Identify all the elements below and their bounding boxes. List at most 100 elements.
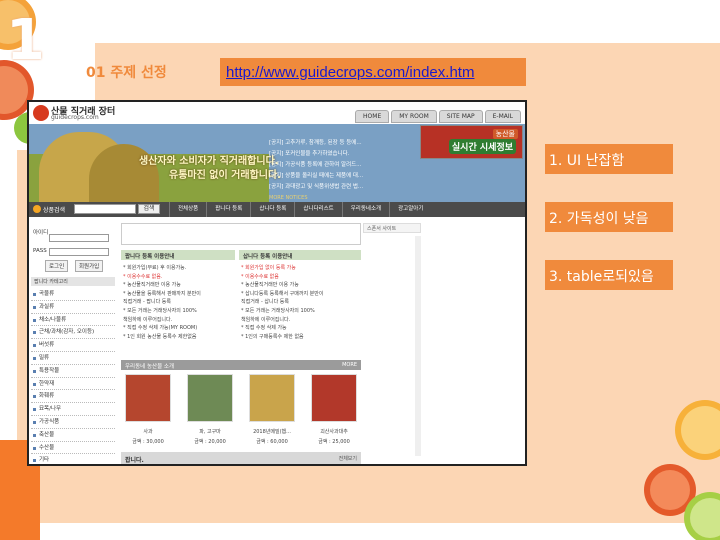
nav-item-buy-list[interactable]: 삽니다리스트	[294, 202, 341, 217]
nav-item-all-products[interactable]: 전체상품	[169, 202, 206, 217]
more-notices-link[interactable]: MORE NOTICES	[269, 195, 439, 201]
category-item[interactable]: 묘목/나무	[31, 403, 115, 416]
sell-list-title: 팝니다.	[125, 457, 144, 464]
info-line: * 1인의 구매등록수 제한 없음	[241, 333, 304, 340]
category-item[interactable]: 밀류	[31, 352, 115, 365]
product-image[interactable]	[249, 374, 295, 422]
site-top-tabs: HOME MY ROOM SITE MAP E-MAIL	[355, 110, 521, 123]
sell-list-header: 팝니다. 전체보기	[121, 452, 361, 464]
category-item[interactable]: 기타	[31, 454, 115, 464]
product-price: 금액 : 60,000	[256, 439, 288, 445]
category-item[interactable]: 채소/나물류	[31, 314, 115, 327]
search-icon	[33, 205, 41, 213]
category-item[interactable]: 한약재	[31, 378, 115, 391]
tab-my-room[interactable]: MY ROOM	[391, 110, 437, 123]
login-id-label: 아이디	[33, 230, 49, 236]
category-item[interactable]: 근채/과채(감자, 오이등)	[31, 326, 115, 340]
search-button[interactable]: 검색	[138, 204, 160, 214]
product-image[interactable]	[125, 374, 171, 422]
category-item[interactable]: 버섯류	[31, 339, 115, 352]
site-logo-icon	[33, 105, 49, 121]
product-image[interactable]	[311, 374, 357, 422]
scrollbar[interactable]	[415, 236, 421, 456]
search-input[interactable]	[74, 204, 136, 214]
product-card[interactable]: 사과금액 : 30,000	[123, 374, 173, 445]
product-card[interactable]: 2018년메밀(햅... 금액 : 60,000	[247, 374, 297, 445]
main-column: 팝니다 등록 이용안내 삽니다 등록 이용안내 * 회원가입(무료) 후 이용가…	[121, 220, 361, 464]
notice-list: [공지] 고추가루, 참깨등, 된장 등 등에... [공지] 포커인물을 추가…	[269, 138, 439, 201]
info-line: * 회원가입 없이 등록 가능	[241, 265, 296, 271]
right-column: 스폰서 사이트	[363, 220, 423, 464]
tab-site-map[interactable]: SITE MAP	[438, 110, 483, 123]
product-price: 금액 : 20,000	[194, 439, 226, 445]
category-item[interactable]: 특용작물	[31, 365, 115, 378]
notice-item[interactable]: [공지] 포커인물을 추가하였습니다.	[269, 149, 439, 160]
login-id-input[interactable]	[49, 234, 109, 242]
nav-item-advertise[interactable]: 광고알아기	[389, 202, 431, 217]
product-name: 2018년메밀(햅...	[253, 429, 291, 435]
category-item[interactable]: 수산물	[31, 442, 115, 455]
info-line: * 이용수수료 없음.	[123, 273, 163, 280]
banner-slogan: 유통마진 없이 거래합니다.	[169, 170, 281, 181]
category-list: 곡물류 과실류 채소/나물류 근채/과채(감자, 오이등) 버섯류 밀류 특용작물 한약재 화훼…	[31, 288, 115, 464]
left-column: 아이디 PASS 로그인 회원가입 팝니다 카테고리 곡물류 과실류 채소/나물류 근…	[29, 220, 117, 464]
site-logo-domain: guidecrops.com	[51, 114, 99, 121]
category-item[interactable]: 과실류	[31, 301, 115, 314]
view-all-link[interactable]: 전체보기	[339, 455, 357, 462]
nav-item-neighborhood[interactable]: 우리동네소개	[341, 202, 389, 217]
login-pass-input[interactable]	[49, 248, 109, 256]
notice-item[interactable]: [공지] 과대광고 및 식품위생법 관련 법...	[269, 182, 439, 193]
info-line: * 모든 거래는 거래당사자의 100%	[123, 307, 197, 314]
category-item[interactable]: 화훼류	[31, 390, 115, 404]
info-line: 직접거래 - 팝니다 등록	[123, 299, 171, 306]
tab-email[interactable]: E-MAIL	[484, 110, 521, 123]
category-item[interactable]: 곡물류	[31, 288, 115, 301]
info-line: * 이용수수료 없음	[241, 273, 279, 280]
nav-item-buy-register[interactable]: 삽니다 등록	[250, 202, 294, 217]
nav-menu: 전체상품 팝니다 등록 삽니다 등록 삽니다리스트 우리동네소개 광고알아기	[169, 202, 431, 217]
info-line: * 농산물직거래만 이용 가능	[241, 282, 299, 289]
login-pass-label: PASS	[33, 248, 47, 254]
slide-title: 01 주제 선정	[86, 65, 167, 81]
product-card[interactable]: 괴산사과대추 금액 : 25,000	[309, 374, 359, 445]
sponsor-header: 스폰서 사이트	[363, 223, 421, 233]
notice-item[interactable]: [공지] 가공식품 등록에 관하여 알려드...	[269, 160, 439, 171]
banner-slogan: 생산자와 소비자가 직거래합니다.	[139, 156, 279, 167]
note-box: 2. 가독성이 낮음	[545, 202, 673, 232]
nav-item-sell-register[interactable]: 팝니다 등록	[206, 202, 250, 217]
info-line: * 1인 회원 농산물 등록수 제한없음	[123, 333, 197, 340]
price-info-banner[interactable]: 농산물 실시간 시세정보	[420, 125, 523, 159]
notice-item[interactable]: [공지] 고추가루, 참깨등, 된장 등 등에...	[269, 138, 439, 149]
slide: 1 01 주제 선정 http://www.guidecrops.com/ind…	[0, 0, 720, 540]
product-price: 금액 : 30,000	[132, 439, 164, 445]
site-navbar: 상품검색 검색 전체상품 팝니다 등록 삽니다 등록 삽니다리스트 우리동네소개…	[29, 202, 525, 217]
info-line: * 삽니다등록 등록해서 구매까지 분만이	[241, 290, 324, 297]
url-box: http://www.guidecrops.com/index.htm	[220, 58, 526, 86]
slide-number: 1	[6, 8, 45, 73]
site-url-link[interactable]: http://www.guidecrops.com/index.htm	[226, 64, 474, 81]
product-price: 금액 : 25,000	[318, 439, 350, 445]
product-image[interactable]	[187, 374, 233, 422]
buy-info-list: * 회원가입 없이 등록 가능 * 이용수수료 없음 * 농산물직거래만 이용 가능…	[241, 264, 351, 341]
login-button[interactable]: 로그인	[45, 260, 69, 272]
products-more-link[interactable]: MORE	[342, 362, 357, 368]
info-line: * 농산물직거래만 이용 가능	[123, 282, 181, 289]
info-line: 직접거래 - 삽니다 등록	[241, 299, 289, 306]
info-line: 책임하에 이루어집니다.	[123, 316, 173, 323]
category-item[interactable]: 축산물	[31, 429, 115, 442]
product-card[interactable]: 파, 고구마금액 : 20,000	[185, 374, 235, 445]
product-name: 파, 고구마	[199, 429, 221, 435]
products-header: 우리동네 농산물 소개 MORE	[121, 360, 361, 370]
info-line: * 회원가입(무료) 후 이용가능.	[123, 265, 187, 271]
join-button[interactable]: 회원가입	[75, 260, 104, 272]
sell-info-list: * 회원가입(무료) 후 이용가능. * 이용수수료 없음. * 농산물직거래만 이…	[123, 264, 233, 341]
tab-home[interactable]: HOME	[355, 110, 390, 123]
info-line: 책임하에 이루어집니다.	[241, 316, 291, 323]
category-header: 팝니다 카테고리	[31, 277, 115, 286]
products-header-label: 우리동네 농산물 소개	[125, 364, 175, 370]
citrus-decoration-icon	[644, 400, 720, 540]
category-item[interactable]: 가공식품	[31, 416, 115, 429]
notice-item[interactable]: [공지] 상품을 올리실 때에는 제품에 대...	[269, 171, 439, 182]
site-header: 산물 직거래 장터 guidecrops.com HOME MY ROOM SI…	[29, 102, 525, 124]
product-name: 사과	[143, 429, 153, 435]
